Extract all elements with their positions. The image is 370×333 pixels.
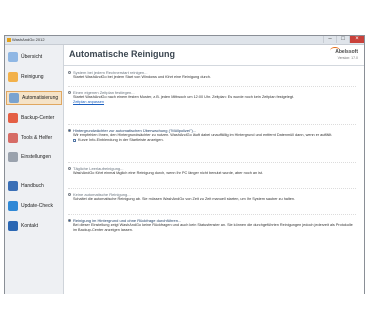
option-desc: Bei dieser Einstellung zeigt WashAndGo k…	[73, 223, 353, 232]
sidebar-item-handbuch[interactable]: Handbuch	[6, 179, 62, 193]
main-panel: Automatische Reinigung Abelssoft Version…	[64, 45, 364, 294]
sidebar-item-label: Reinigung	[21, 74, 44, 80]
window-title: WashAndGo 2012	[7, 36, 45, 44]
sidebar-item-label: Kontakt	[21, 223, 38, 229]
sidebar-item-label: Automatisierung	[22, 95, 59, 101]
sidebar-item-label: Handbuch	[21, 183, 44, 189]
sidebar-item-label: Einstellungen	[21, 154, 52, 160]
sidebar: Übersicht Reinigung Automatisierung Back…	[5, 45, 64, 294]
divider	[68, 124, 356, 125]
close-button[interactable]: ×	[349, 36, 364, 43]
divider	[68, 162, 356, 163]
logo-brand: Abelssoft	[335, 49, 358, 55]
brand-logo: Abelssoft Version: 17.0	[330, 47, 358, 61]
lifebuoy-icon	[8, 113, 18, 123]
divider	[68, 86, 356, 87]
option-desc: Schaltet die automatische Reinigung ab. …	[73, 197, 296, 201]
sidebar-item-label: Übersicht	[21, 54, 43, 60]
app-window: WashAndGo 2012 – □ × Übersicht Reinigung…	[4, 35, 365, 294]
window-controls: – □ ×	[323, 36, 364, 44]
zeitplan-anpassen-link[interactable]: Zeitplan anpassen	[73, 100, 356, 104]
divider	[68, 214, 356, 215]
divider	[68, 188, 356, 189]
radio-zeitplan[interactable]	[68, 91, 71, 94]
option-rechnerstart: System bei jedem Rechnerstart reinigen..…	[68, 70, 356, 80]
sidebar-item-uebersicht[interactable]: Übersicht	[6, 50, 62, 64]
radio-ohne-rueckfrage[interactable]	[68, 219, 71, 222]
radio-leerlauf[interactable]	[68, 167, 71, 170]
option-keine: Keine automatische Reinigung... Schaltet…	[68, 192, 356, 202]
sidebar-item-reinigung[interactable]: Reinigung	[6, 70, 62, 84]
checkbox-checked[interactable]: ✓	[73, 138, 77, 142]
broom-icon	[8, 72, 18, 82]
update-icon	[8, 201, 18, 211]
sidebar-item-automatisierung[interactable]: Automatisierung	[6, 91, 62, 105]
radio-hintergrundwaechter[interactable]	[68, 129, 71, 132]
option-desc: Startet WashAndGo bei jedem Start von Wi…	[73, 75, 211, 79]
option-ohne-rueckfrage: Reinigung im Hintergrund und ohne Rückfr…	[68, 218, 356, 233]
option-zeitplan: Einen eigenen Zeitplan festlegen... Star…	[68, 90, 356, 104]
option-hintergrundwaechter: Hintergrundwächter zur automatischen Übe…	[68, 128, 356, 142]
maximize-button[interactable]: □	[336, 36, 349, 43]
automation-icon	[9, 93, 19, 103]
sidebar-item-label: Tools & Helfer	[21, 135, 53, 141]
radio-keine[interactable]	[68, 193, 71, 196]
checkbox-label: Kurze Info-Einblendung in der Startleist…	[78, 138, 164, 142]
info-einblendung-checkbox[interactable]: ✓ Kurze Info-Einblendung in der Startleis…	[73, 138, 356, 142]
tools-icon	[8, 133, 18, 143]
sidebar-item-backup-center[interactable]: Backup-Center	[6, 111, 62, 125]
help-icon	[8, 181, 18, 191]
settings-icon	[8, 152, 18, 162]
radio-rechnerstart[interactable]	[68, 71, 71, 74]
version-label: Version: 17.0	[337, 56, 358, 60]
contact-icon	[8, 221, 18, 231]
minimize-button[interactable]: –	[323, 36, 336, 43]
app-icon	[7, 37, 11, 42]
sidebar-item-einstellungen[interactable]: Einstellungen	[6, 150, 62, 164]
page-header: Automatische Reinigung Abelssoft Version…	[64, 45, 364, 66]
overview-icon	[8, 52, 18, 62]
sidebar-item-label: Update-Check	[21, 203, 53, 209]
option-leerlauf: Tägliche Leerlaufreinigung... WashAndGo …	[68, 166, 356, 176]
sidebar-item-tools[interactable]: Tools & Helfer	[6, 131, 62, 145]
page-title: Automatische Reinigung	[69, 49, 176, 59]
title-bar: WashAndGo 2012 – □ ×	[5, 36, 364, 45]
option-desc: WashAndGo führt einmal täglich eine Rein…	[73, 171, 264, 175]
sidebar-item-update-check[interactable]: Update-Check	[6, 199, 62, 213]
sidebar-item-kontakt[interactable]: Kontakt	[6, 219, 62, 233]
window-title-text: WashAndGo 2012	[12, 37, 45, 42]
sidebar-item-label: Backup-Center	[21, 115, 55, 121]
